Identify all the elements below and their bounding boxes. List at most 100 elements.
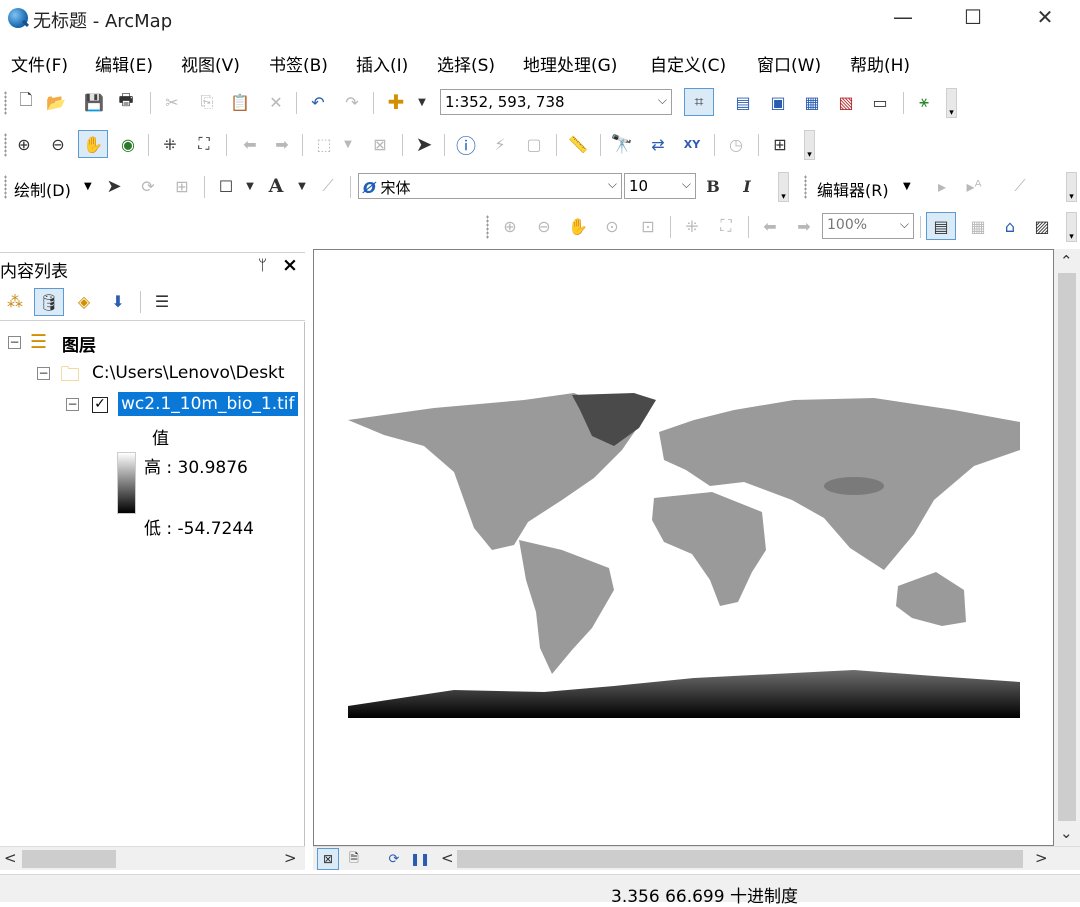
editor-toolbar-icon[interactable]: ⌗ bbox=[684, 88, 714, 116]
open-folder-icon[interactable]: 📂 bbox=[44, 90, 68, 114]
select-elements-icon[interactable]: ➤ bbox=[102, 174, 126, 198]
list-by-source-icon[interactable]: 🛢 bbox=[34, 288, 64, 316]
redo-icon[interactable]: ↷ bbox=[340, 90, 364, 114]
draw-dropdown-icon[interactable]: ▼ bbox=[84, 181, 92, 192]
identify-icon[interactable]: ⓘ bbox=[454, 132, 478, 158]
select-dropdown-icon[interactable]: ▼ bbox=[336, 132, 360, 156]
chevron-down-icon[interactable]: ⌵ bbox=[608, 177, 617, 192]
new-document-icon[interactable]: 🗋 bbox=[14, 90, 38, 114]
cut-icon[interactable]: ✂ bbox=[160, 90, 184, 114]
toolbar-grip[interactable] bbox=[4, 91, 7, 115]
toolbar-overflow-button[interactable]: ▾ bbox=[1066, 172, 1077, 202]
italic-button[interactable]: I bbox=[735, 174, 759, 198]
toolbar-grip[interactable] bbox=[486, 215, 489, 239]
map-display[interactable] bbox=[313, 249, 1054, 846]
raster-layer-name[interactable]: wc2.1_10m_bio_1.tif bbox=[118, 392, 298, 416]
scroll-left-icon[interactable]: < bbox=[4, 849, 17, 867]
annotation-edit-icon[interactable]: ▸ᴬ bbox=[962, 174, 986, 198]
zoom-to-elements-icon[interactable]: ⊞ bbox=[170, 174, 194, 198]
layout-zoom-combo[interactable]: 100% ⌵ bbox=[822, 213, 914, 239]
toc-horizontal-scrollbar[interactable]: < > bbox=[0, 846, 305, 870]
hyperlink-icon[interactable]: ⚡ bbox=[488, 132, 512, 156]
scroll-left-icon[interactable]: < bbox=[441, 849, 454, 867]
fixed-zoom-out-icon[interactable]: ⛶ bbox=[192, 132, 216, 156]
layout-fixed-zoom-out-icon[interactable]: ⛶ bbox=[714, 214, 738, 238]
chevron-down-icon[interactable]: ⌵ bbox=[658, 93, 667, 108]
forward-arrow-icon[interactable]: ➡ bbox=[270, 132, 294, 156]
folder-path[interactable]: C:\Users\Lenovo\Deskt bbox=[92, 363, 302, 383]
chevron-down-icon[interactable]: ⌵ bbox=[682, 177, 691, 192]
data-view-icon[interactable]: ⊠ bbox=[317, 848, 339, 870]
refresh-icon[interactable]: ⟳ bbox=[383, 848, 405, 870]
editor-dropdown-icon[interactable]: ▼ bbox=[903, 181, 911, 192]
list-by-drawing-order-icon[interactable]: ⁂ bbox=[3, 289, 27, 313]
layout-view-icon[interactable]: 🗎 bbox=[343, 848, 365, 870]
menu-bookmarks[interactable]: 书签(B) bbox=[269, 51, 328, 76]
menu-windows[interactable]: 窗口(W) bbox=[757, 51, 821, 76]
full-extent-globe-icon[interactable]: ◉ bbox=[116, 132, 140, 156]
toolbar-overflow-button[interactable]: ▾ bbox=[778, 172, 789, 202]
layout-zoom-in-icon[interactable]: ⊕ bbox=[498, 214, 522, 238]
undo-icon[interactable]: ↶ bbox=[306, 90, 330, 114]
collapse-icon[interactable]: − bbox=[66, 398, 79, 411]
save-icon[interactable]: 💾 bbox=[82, 90, 106, 114]
search-window-icon[interactable]: ▦ bbox=[800, 90, 824, 114]
rectangle-icon[interactable]: ☐ bbox=[214, 174, 238, 198]
menu-insert[interactable]: 插入(I) bbox=[356, 51, 408, 76]
select-features-icon[interactable]: ⬚ bbox=[312, 132, 336, 156]
chevron-down-icon[interactable]: ⌵ bbox=[900, 217, 909, 232]
editor-menu-label[interactable]: 编辑器(R) bbox=[817, 177, 889, 201]
add-data-icon[interactable]: ✚ bbox=[384, 90, 408, 114]
straight-segment-icon[interactable]: ⟋ bbox=[1008, 174, 1032, 198]
menu-edit[interactable]: 编辑(E) bbox=[95, 51, 153, 76]
menu-customize[interactable]: 自定义(C) bbox=[650, 51, 726, 76]
minimize-button[interactable]: — bbox=[880, 2, 926, 34]
data-frame-layers[interactable]: 图层 bbox=[62, 331, 96, 356]
scroll-right-icon[interactable]: > bbox=[284, 849, 297, 867]
layout-fixed-zoom-in-icon[interactable]: ⁜ bbox=[680, 214, 704, 238]
next-extent-icon[interactable]: ➡ bbox=[792, 214, 816, 238]
previous-extent-icon[interactable]: ⬅ bbox=[758, 214, 782, 238]
html-popup-icon[interactable]: ▢ bbox=[522, 132, 546, 156]
menu-geoprocessing[interactable]: 地理处理(G) bbox=[523, 51, 617, 76]
list-by-visibility-icon[interactable]: ◈ bbox=[72, 289, 96, 313]
time-slider-icon[interactable]: ◷ bbox=[724, 132, 748, 156]
edit-tool-icon[interactable]: ▸ bbox=[930, 174, 954, 198]
scroll-thumb[interactable] bbox=[457, 850, 1023, 868]
go-to-xy-icon[interactable]: XY bbox=[680, 132, 704, 156]
toolbar-overflow-button[interactable]: ▾ bbox=[1066, 212, 1077, 242]
data-driven-pages-icon[interactable]: ▨ bbox=[1030, 214, 1054, 238]
pan-hand-icon[interactable]: ✋ bbox=[78, 130, 108, 158]
toc-close-button[interactable]: × bbox=[282, 254, 298, 276]
select-elements-arrow-icon[interactable]: ➤ bbox=[412, 132, 436, 156]
zoom-out-icon[interactable]: ⊖ bbox=[46, 132, 70, 156]
clear-selection-icon[interactable]: ⊠ bbox=[368, 132, 392, 156]
focus-data-frame-icon[interactable]: ▦ bbox=[966, 214, 990, 238]
menu-selection[interactable]: 选择(S) bbox=[437, 51, 495, 76]
rotate-icon[interactable]: ⟳ bbox=[136, 174, 160, 198]
layer-visibility-checkbox[interactable]: ✓ bbox=[92, 397, 108, 413]
find-route-icon[interactable]: ⇄ bbox=[646, 132, 670, 156]
pause-drawing-icon[interactable]: ❚❚ bbox=[409, 848, 431, 870]
layout-pan-icon[interactable]: ✋ bbox=[566, 214, 590, 238]
menu-file[interactable]: 文件(F) bbox=[11, 51, 68, 76]
delete-icon[interactable]: ✕ bbox=[264, 90, 288, 114]
menu-help[interactable]: 帮助(H) bbox=[850, 51, 910, 76]
bold-button[interactable]: B bbox=[701, 174, 725, 198]
menu-view[interactable]: 视图(V) bbox=[181, 51, 240, 76]
map-horizontal-scrollbar[interactable]: ⊠ 🗎 ⟳ ❚❚ < > bbox=[313, 846, 1080, 870]
python-window-icon[interactable]: ▭ bbox=[868, 90, 892, 114]
shape-dropdown-icon[interactable]: ▼ bbox=[238, 174, 262, 198]
font-size-combo[interactable]: 10 ⌵ bbox=[624, 173, 696, 199]
layout-zoom-out-icon[interactable]: ⊖ bbox=[532, 214, 556, 238]
collapse-icon[interactable]: − bbox=[8, 336, 21, 349]
binoculars-icon[interactable]: 🔭 bbox=[610, 132, 634, 156]
table-of-contents-icon[interactable]: ▤ bbox=[731, 90, 755, 114]
scroll-right-icon[interactable]: > bbox=[1035, 849, 1048, 867]
list-by-selection-icon[interactable]: ⬇ bbox=[106, 289, 130, 313]
back-arrow-icon[interactable]: ⬅ bbox=[238, 132, 262, 156]
font-name-combo[interactable]: Ø 宋体 ⌵ bbox=[358, 173, 622, 199]
toolbar-overflow-button[interactable]: ▾ bbox=[804, 130, 815, 160]
paste-icon[interactable]: 📋 bbox=[228, 90, 252, 114]
pin-icon[interactable]: ᛘ bbox=[258, 256, 267, 274]
